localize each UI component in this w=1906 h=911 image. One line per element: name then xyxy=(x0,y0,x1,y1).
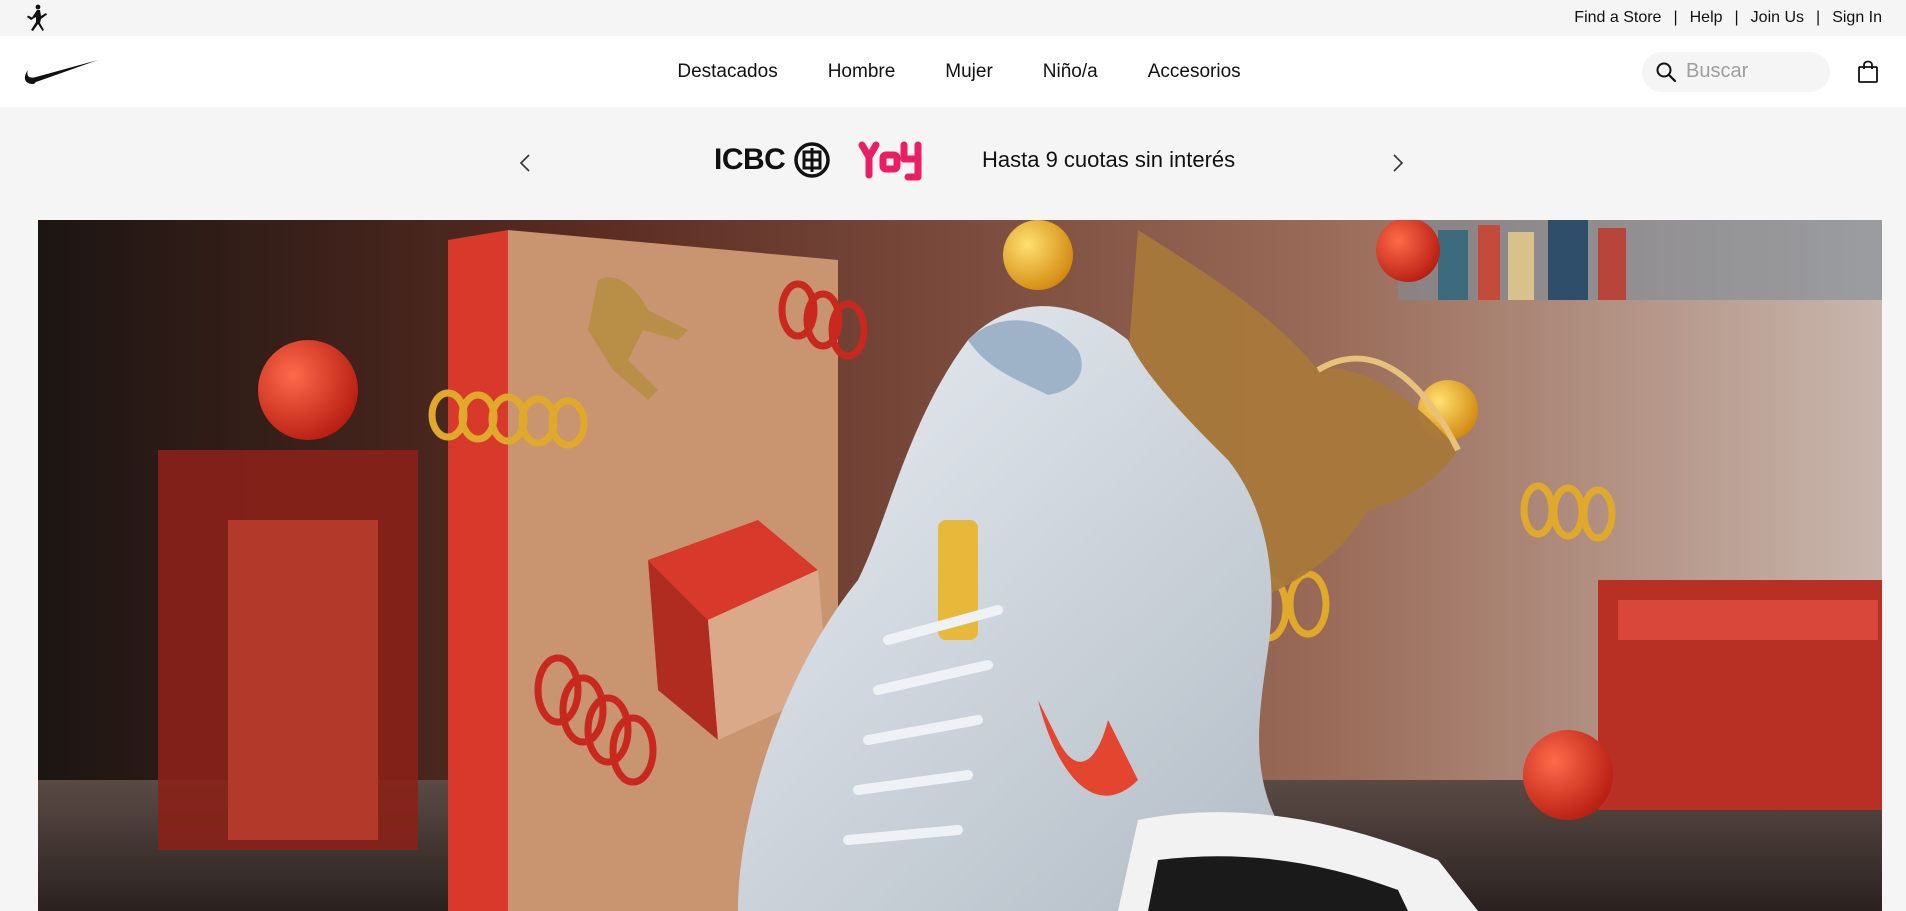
jordan-jumpman-icon[interactable] xyxy=(24,3,54,33)
main-navigation: Destacados Hombre Mujer Niño/a Accesorio… xyxy=(0,36,1906,107)
separator: | xyxy=(1816,9,1821,26)
chevron-left-icon[interactable] xyxy=(510,145,540,181)
search-input[interactable] xyxy=(1684,59,1814,84)
nike-swoosh-icon[interactable] xyxy=(24,52,100,92)
bag-icon[interactable] xyxy=(1854,58,1882,86)
separator: | xyxy=(1673,9,1678,26)
icbc-logo: ICBC xyxy=(714,141,831,179)
help-link[interactable]: Help xyxy=(1690,9,1723,27)
nav-item-nino[interactable]: Niño/a xyxy=(1043,61,1098,83)
chevron-right-icon[interactable] xyxy=(1383,145,1413,181)
yoy-logo xyxy=(858,141,924,183)
sign-in-link[interactable]: Sign In xyxy=(1832,9,1882,27)
nav-item-mujer[interactable]: Mujer xyxy=(945,61,993,83)
separator: | xyxy=(1734,9,1739,26)
utility-bar: Find a Store | Help | Join Us | Sign In xyxy=(0,0,1906,36)
utility-links: Find a Store | Help | Join Us | Sign In xyxy=(1574,9,1882,27)
icbc-emblem-icon xyxy=(794,142,831,178)
join-us-link[interactable]: Join Us xyxy=(1751,9,1804,27)
nav-actions xyxy=(1642,51,1882,92)
promo-banner: ICBC Hasta 9 cuotas sin interés xyxy=(0,107,1906,219)
hero-image[interactable] xyxy=(38,220,1882,911)
nav-item-accesorios[interactable]: Accesorios xyxy=(1148,61,1241,83)
find-a-store-link[interactable]: Find a Store xyxy=(1574,9,1661,27)
promo-text[interactable]: Hasta 9 cuotas sin interés xyxy=(982,147,1235,173)
nav-item-hombre[interactable]: Hombre xyxy=(828,61,896,83)
nav-item-destacados[interactable]: Destacados xyxy=(677,61,777,83)
hero-shoe-illustration xyxy=(38,220,1882,911)
icbc-logo-text: ICBC xyxy=(714,143,786,176)
search-box[interactable] xyxy=(1642,51,1830,92)
search-icon[interactable] xyxy=(1654,60,1678,84)
nav-menu: Destacados Hombre Mujer Niño/a Accesorio… xyxy=(0,36,1906,107)
